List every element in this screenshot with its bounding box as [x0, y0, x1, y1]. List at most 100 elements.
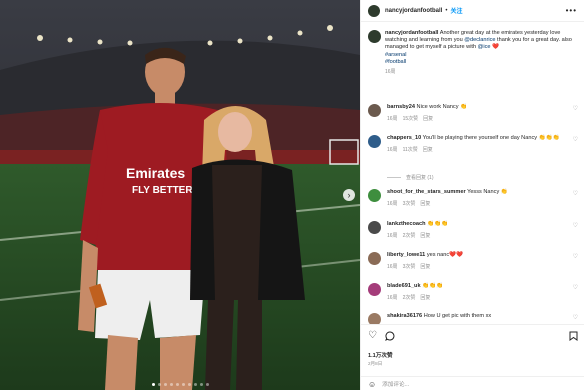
comment-username[interactable]: shoot_for_the_stars_summer: [387, 189, 466, 195]
comment-likes[interactable]: 15次赞: [403, 116, 419, 122]
comment-bubble-icon[interactable]: [385, 331, 395, 344]
reply-button[interactable]: 回复: [420, 201, 430, 207]
svg-text:Emirates: Emirates: [126, 165, 185, 181]
caption-author[interactable]: nancyjordanfootball: [385, 30, 438, 36]
comment-body: 👏👏👏: [422, 283, 444, 289]
reply-button[interactable]: 回复: [420, 233, 430, 239]
carousel-dot: [170, 383, 173, 386]
header-username[interactable]: nancyjordanfootball: [385, 8, 442, 14]
view-replies-button[interactable]: 查看回复 (1): [387, 174, 434, 181]
comment-time: 16周: [387, 116, 398, 122]
comment-username[interactable]: chappers_10: [387, 135, 421, 141]
carousel-dot: [164, 383, 167, 386]
replies-line: [387, 177, 401, 178]
avatar[interactable]: [368, 283, 381, 296]
add-comment-input[interactable]: 添加评论...: [382, 380, 409, 388]
comment-item: lankzthecoach 👏👏👏 16周 2次赞 回复 ♡: [368, 221, 580, 239]
comment-body: yes nanc❤️❤️: [426, 252, 464, 258]
comment-likes[interactable]: 11次赞: [403, 147, 418, 153]
comment-likes[interactable]: 3次赞: [403, 264, 416, 270]
heart-outline-icon[interactable]: ♡: [573, 284, 578, 291]
reply-button[interactable]: 回复: [420, 295, 430, 301]
comment-item: blade691_uk 👏👏👏 16周 2次赞 回复 ♡: [368, 283, 580, 301]
comment-text: blade691_uk 👏👏👏: [387, 283, 580, 290]
chevron-right-icon: ›: [347, 189, 351, 200]
comment-item: liberty_lowe11 yes nanc❤️❤️ 16周 3次赞 回复 ♡: [368, 252, 580, 270]
hashtag-link[interactable]: #arsenal: [385, 52, 580, 59]
reply-button[interactable]: 回复: [423, 116, 433, 122]
heart-outline-icon[interactable]: ♡: [573, 136, 578, 143]
post-date: 2月8日: [368, 361, 383, 366]
mention-link[interactable]: @declanrice: [464, 37, 495, 43]
post-header: nancyjordanfootball • 关注 •••: [361, 0, 584, 22]
avatar[interactable]: [368, 135, 381, 148]
comment-item: shakira36176 How U get pic with them xx …: [368, 313, 580, 326]
carousel-dot: [188, 383, 191, 386]
heart-outline-icon[interactable]: ♡: [573, 222, 578, 229]
caption-time: 16周: [385, 69, 396, 76]
comment-time: 16周: [387, 233, 398, 239]
comment-meta: 16周 3次赞 回复: [387, 200, 580, 207]
comment-body: You'll be playing there yourself one day…: [422, 135, 560, 141]
comment-item: shoot_for_the_stars_summer Yesss Nancy 👏…: [368, 189, 580, 207]
view-replies-label: 查看回复 (1): [406, 175, 434, 181]
caption-part: ❤️: [490, 44, 500, 51]
comment-likes[interactable]: 2次赞: [403, 295, 416, 301]
comment-time: 16周: [387, 147, 398, 153]
comment-time: 16周: [387, 201, 398, 207]
reply-button[interactable]: 回复: [423, 147, 433, 153]
comment-username[interactable]: barnsby24: [387, 104, 415, 110]
post-side-panel: nancyjordanfootball • 关注 ••• nancyjordan…: [360, 0, 584, 390]
comment-username[interactable]: blade691_uk: [387, 283, 421, 289]
svg-text:FLY BETTER: FLY BETTER: [132, 185, 193, 196]
carousel-dot: [176, 383, 179, 386]
reply-button[interactable]: 回复: [420, 264, 430, 270]
more-dots-icon[interactable]: •••: [566, 6, 577, 15]
comment-likes[interactable]: 2次赞: [403, 233, 416, 239]
comment-item: barnsby24 Nice work Nancy 👏 16周 15次赞 回复 ♡: [368, 104, 580, 122]
avatar[interactable]: [368, 221, 381, 234]
avatar[interactable]: [368, 104, 381, 117]
comment-text: chappers_10 You'll be playing there your…: [387, 135, 580, 142]
comment-username[interactable]: lankzthecoach: [387, 221, 426, 227]
follow-button[interactable]: 关注: [450, 6, 462, 15]
comment-username[interactable]: shakira36176: [387, 313, 422, 319]
carousel-dot: [152, 383, 155, 386]
comment-likes[interactable]: 3次赞: [403, 201, 416, 207]
comment-item: chappers_10 You'll be playing there your…: [368, 135, 580, 153]
next-photo-button[interactable]: ›: [343, 189, 355, 201]
carousel-dot: [182, 383, 185, 386]
carousel-dot: [158, 383, 161, 386]
heart-outline-icon[interactable]: ♡: [573, 105, 578, 112]
likes-count[interactable]: 1.1万次赞: [368, 351, 393, 359]
bookmark-icon[interactable]: [569, 331, 578, 344]
comment-body: How U get pic with them xx: [423, 313, 492, 319]
emoji-icon[interactable]: ☺: [368, 380, 376, 389]
comment-text: liberty_lowe11 yes nanc❤️❤️: [387, 252, 580, 259]
post-actions: ♡ 1.1万次赞 2月8日 ☺ 添加评论...: [361, 324, 584, 390]
comment-text: shakira36176 How U get pic with them xx: [387, 313, 580, 320]
heart-outline-icon[interactable]: ♡: [573, 314, 578, 321]
comment-time: 16周: [387, 264, 398, 270]
comment-body: 👏👏👏: [427, 221, 449, 227]
comment-time: 16周: [387, 295, 398, 301]
comment-meta: 16周 11次赞 回复: [387, 146, 580, 153]
heart-outline-icon[interactable]: ♡: [573, 253, 578, 260]
comment-body: Nice work Nancy 👏: [416, 104, 468, 110]
stadium-photo: Emirates FLY BETTER: [0, 0, 360, 390]
comment-username[interactable]: liberty_lowe11: [387, 252, 425, 258]
avatar[interactable]: [368, 30, 381, 43]
add-comment-bar: ☺ 添加评论...: [361, 376, 584, 390]
comment-text: shoot_for_the_stars_summer Yesss Nancy 👏: [387, 189, 580, 196]
carousel-dot: [200, 383, 203, 386]
comment-text: lankzthecoach 👏👏👏: [387, 221, 580, 228]
heart-outline-icon[interactable]: ♡: [368, 331, 377, 341]
hashtag-link[interactable]: #football: [385, 59, 580, 66]
comment-text: barnsby24 Nice work Nancy 👏: [387, 104, 580, 111]
avatar[interactable]: [368, 4, 380, 17]
avatar[interactable]: [368, 252, 381, 265]
avatar[interactable]: [368, 189, 381, 202]
mention-link[interactable]: @ice: [478, 44, 491, 50]
comment-meta: 16周 3次赞 回复: [387, 263, 580, 270]
heart-outline-icon[interactable]: ♡: [573, 190, 578, 197]
